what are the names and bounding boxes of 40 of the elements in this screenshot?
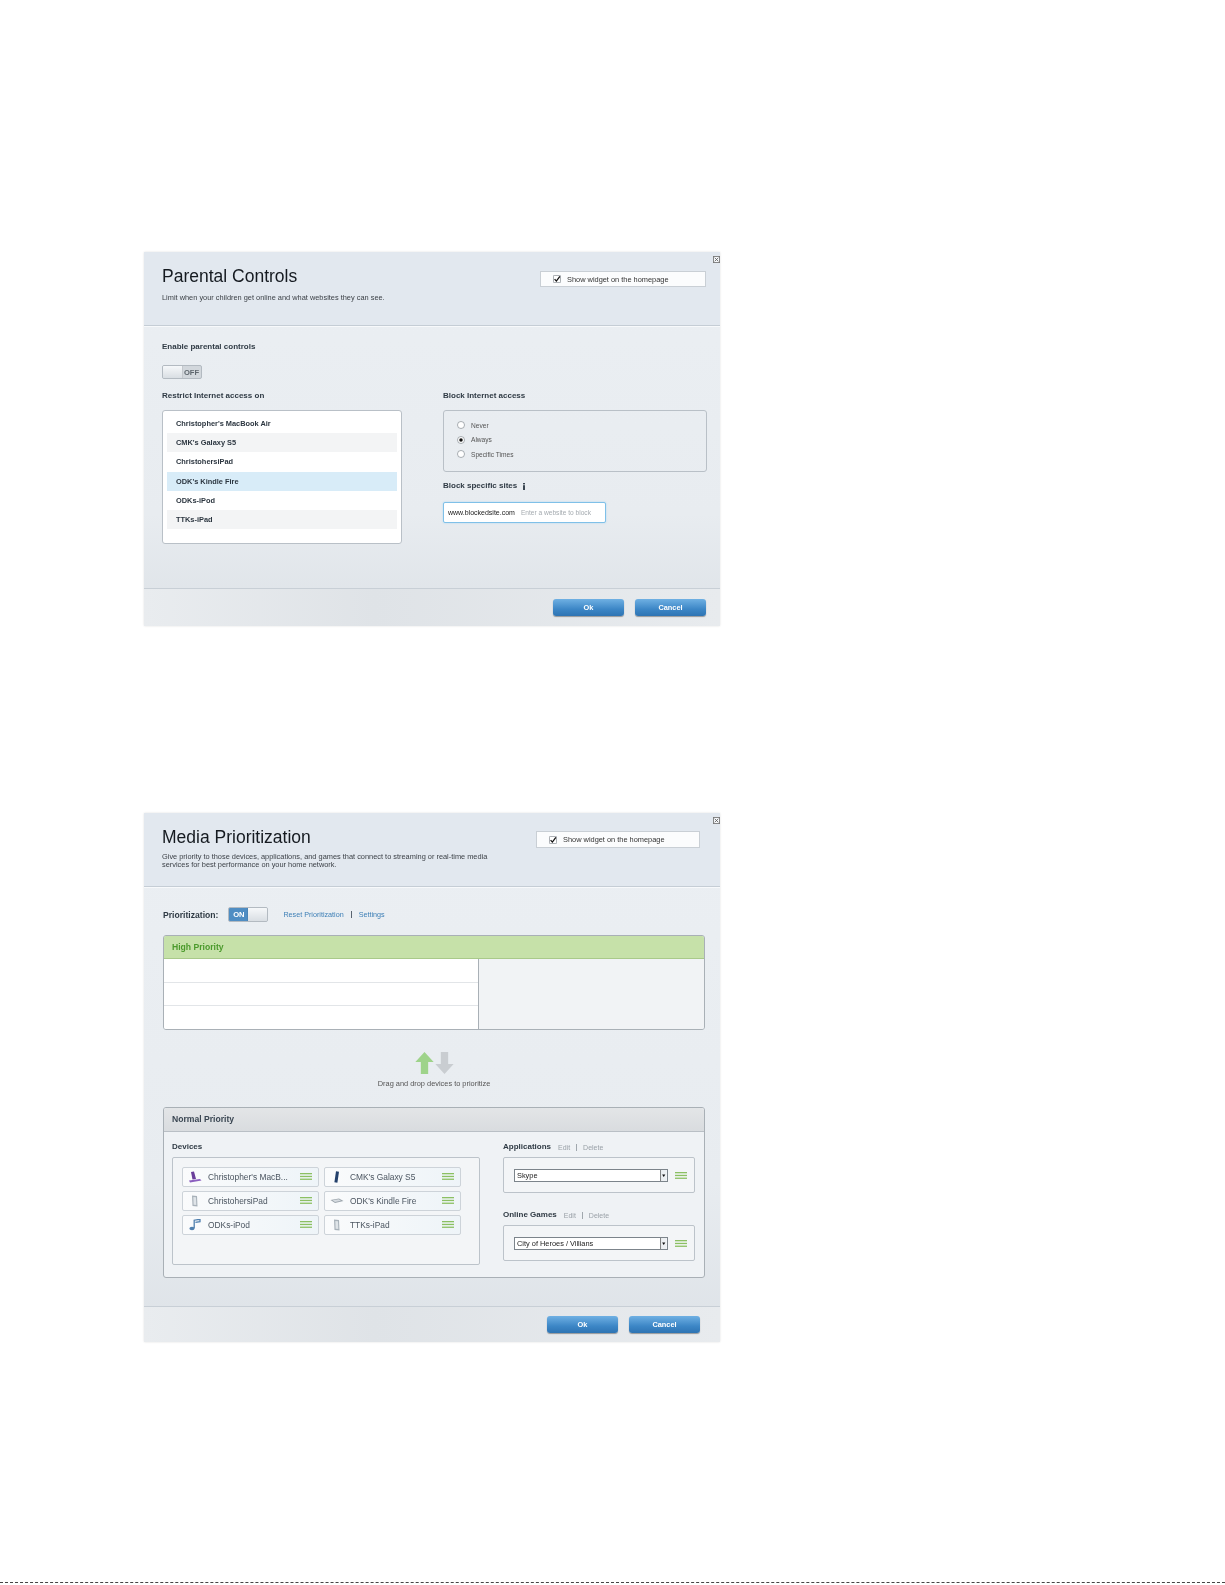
device-card[interactable]: ChristohersiPad xyxy=(182,1191,319,1211)
drag-handle-icon[interactable] xyxy=(300,1173,312,1181)
music-note-icon xyxy=(188,1218,202,1231)
drag-handle-icon[interactable] xyxy=(442,1173,454,1181)
radio-icon[interactable] xyxy=(457,450,465,459)
drag-handle-icon[interactable] xyxy=(442,1197,454,1205)
device-card[interactable]: Christopher's MacB... xyxy=(182,1167,319,1187)
device-card[interactable]: ODKs-iPod xyxy=(182,1215,319,1235)
drag-handle-icon[interactable] xyxy=(675,1239,687,1247)
up-arrow-icon xyxy=(414,1052,434,1074)
device-card[interactable]: TTKs-iPad xyxy=(324,1215,461,1235)
close-icon[interactable] xyxy=(713,817,720,824)
drag-handle-icon[interactable] xyxy=(442,1221,454,1229)
drag-handle-icon[interactable] xyxy=(300,1197,312,1205)
high-priority-header: High Priority xyxy=(164,936,704,959)
radio-icon[interactable] xyxy=(457,435,465,444)
close-icon[interactable] xyxy=(713,256,720,263)
drag-handle-icon[interactable] xyxy=(300,1221,312,1229)
section-label: Block Internet access xyxy=(443,391,526,401)
section-label: Restrict Internet access on xyxy=(162,391,265,401)
device-card[interactable]: CMK's Galaxy S5 xyxy=(324,1167,461,1187)
caret-icon xyxy=(660,1237,667,1249)
radio-icon[interactable] xyxy=(457,421,465,430)
device-card[interactable]: ODK's Kindle Fire xyxy=(324,1191,461,1211)
checkbox-icon[interactable] xyxy=(553,275,561,283)
checkbox-icon[interactable] xyxy=(549,835,557,844)
laptop-icon xyxy=(188,1170,202,1183)
section-label: Block specific sites xyxy=(443,481,518,491)
down-arrow-icon xyxy=(434,1052,454,1074)
info-icon[interactable] xyxy=(523,482,526,490)
normal-priority-header: Normal Priority xyxy=(164,1108,704,1132)
section-label: Enable parental controls xyxy=(162,342,256,352)
dialog-title: Media Prioritization xyxy=(162,826,312,848)
drag-handle-icon[interactable] xyxy=(675,1171,687,1179)
online-games-label: Online Games xyxy=(503,1210,557,1220)
prioritization-label: Prioritization: xyxy=(163,909,219,920)
applications-label: Applications xyxy=(503,1142,551,1152)
dialog-title: Parental Controls xyxy=(162,265,299,287)
caret-icon xyxy=(660,1169,667,1181)
devices-label: Devices xyxy=(172,1142,203,1152)
